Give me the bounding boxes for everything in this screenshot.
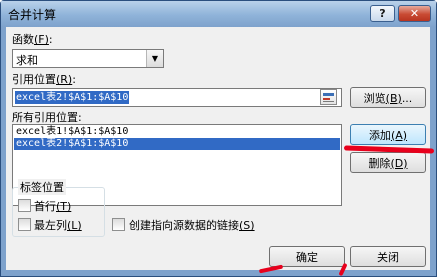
list-item-selected[interactable]: excel表2!$A$1:$A$10 bbox=[14, 138, 340, 150]
help-button[interactable]: ? bbox=[370, 5, 395, 22]
reference-input[interactable]: excel表2!$A$1:$A$10 bbox=[12, 88, 342, 107]
function-select[interactable]: 求和 ▼ bbox=[12, 49, 164, 68]
add-label: 添加(A) bbox=[368, 128, 408, 142]
help-icon: ? bbox=[379, 7, 386, 20]
reference-label: 引用位置(R): bbox=[12, 73, 76, 86]
label-position-title: 标签位置 bbox=[18, 179, 66, 195]
consolidate-dialog: 合并计算 ? ✕ 函数(F): 求和 ▼ 引用位置(R): excel表2!$A… bbox=[0, 0, 437, 277]
all-references-label: 所有引用位置: bbox=[12, 111, 82, 124]
function-value: 求和 bbox=[16, 54, 38, 67]
chevron-down-icon: ▼ bbox=[151, 54, 159, 63]
reference-value: excel表2!$A$1:$A$10 bbox=[15, 91, 130, 104]
function-dropdown-button[interactable]: ▼ bbox=[146, 50, 163, 67]
dialog-title: 合并计算 bbox=[8, 8, 57, 22]
window-close-button[interactable]: ✕ bbox=[398, 5, 431, 22]
close-label: 关闭 bbox=[377, 250, 399, 264]
function-label: 函数(F): bbox=[12, 33, 53, 46]
close-icon: ✕ bbox=[409, 7, 420, 20]
ok-label: 确定 bbox=[296, 250, 318, 264]
browse-label: 浏览(B)... bbox=[363, 91, 413, 105]
add-button[interactable]: 添加(A) bbox=[350, 124, 426, 145]
top-row-checkbox[interactable] bbox=[18, 199, 31, 212]
collapse-dialog-icon[interactable] bbox=[320, 89, 337, 105]
create-links-label: 创建指向源数据的链接(S) bbox=[129, 219, 255, 232]
delete-label: 删除(D) bbox=[368, 156, 408, 170]
left-column-label: 最左列(L) bbox=[34, 219, 82, 232]
delete-button[interactable]: 删除(D) bbox=[350, 152, 426, 173]
browse-button[interactable]: 浏览(B)... bbox=[350, 87, 426, 108]
title-bar: 合并计算 ? ✕ bbox=[1, 1, 436, 27]
create-links-checkbox[interactable] bbox=[112, 218, 125, 231]
top-row-label: 首行(T) bbox=[34, 200, 72, 213]
close-button[interactable]: 关闭 bbox=[350, 246, 426, 267]
list-item[interactable]: excel表1!$A$1:$A$10 bbox=[14, 126, 340, 138]
left-column-checkbox[interactable] bbox=[18, 218, 31, 231]
